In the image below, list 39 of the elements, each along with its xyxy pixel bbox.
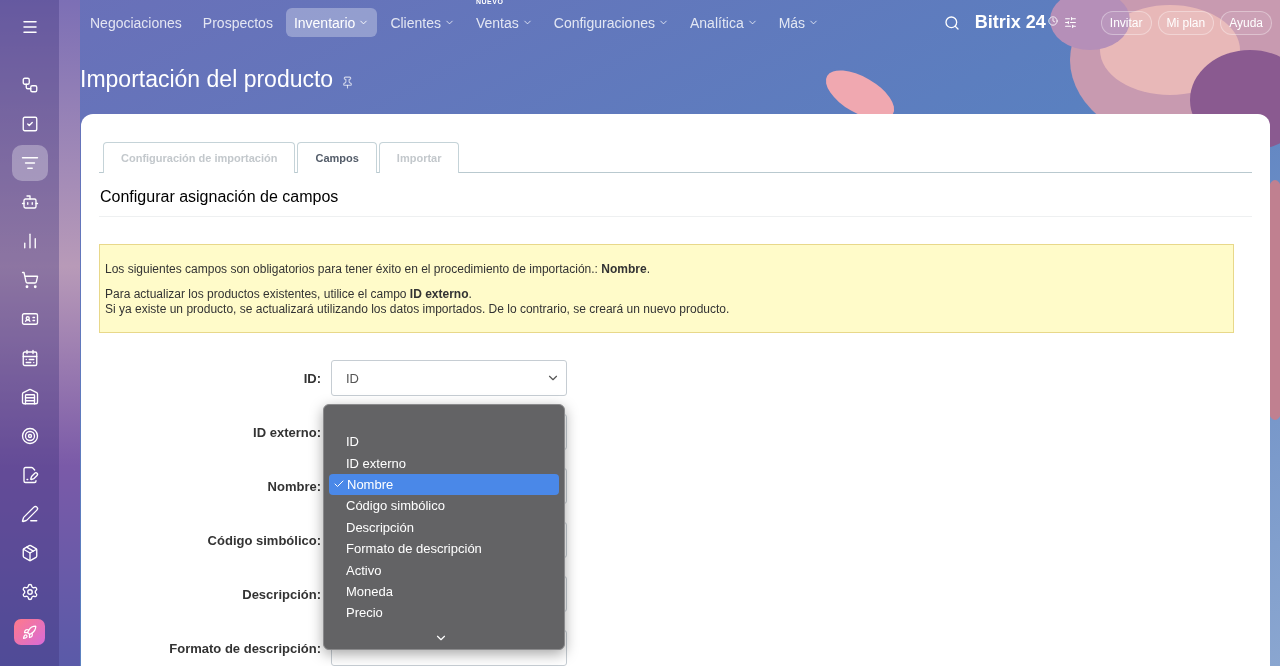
dropdown-option[interactable]: Código simbólico <box>329 495 559 517</box>
header-button[interactable]: Ayuda <box>1220 10 1272 35</box>
nav-item[interactable]: Prospectos <box>194 8 281 38</box>
page-title: Importación del producto <box>80 66 334 94</box>
filter-icon[interactable] <box>11 145 48 181</box>
nav-item[interactable]: Negociaciones <box>82 8 190 38</box>
field-label: Código simbólico: <box>206 532 321 548</box>
nav-item[interactable]: Clientes <box>382 8 463 38</box>
field-label: Nombre: <box>266 478 321 494</box>
field-label: Formato de descripción: <box>168 640 321 656</box>
rocket-icon[interactable] <box>14 619 45 645</box>
tab[interactable]: Campos <box>297 142 377 173</box>
field-label: ID externo: <box>252 424 321 440</box>
nav-item[interactable]: Más <box>770 8 828 38</box>
header-button[interactable]: Invitar <box>1100 10 1152 35</box>
logo[interactable]: Bitrix 24 <box>974 12 1046 34</box>
dropdown-option[interactable]: Precio <box>329 602 559 624</box>
select-field[interactable]: ID <box>331 360 567 396</box>
field-label: ID: <box>302 370 321 386</box>
notice-text: Los siguientes campos son obligatorios para tener éxito en el procedimiento de importación.: Nombre. <box>105 262 651 277</box>
dropdown-option[interactable]: Descripción <box>329 516 559 538</box>
dropdown-option[interactable]: Nombre <box>329 473 559 496</box>
dropdown-option[interactable]: Activo <box>329 559 559 581</box>
nav-item[interactable]: Ventas <box>467 8 541 38</box>
clock-icon <box>1047 16 1058 26</box>
nav-item[interactable]: Configuraciones <box>545 8 677 38</box>
dropdown-option[interactable]: ID externo <box>329 452 559 474</box>
dropdown-option[interactable]: Formato de descripción <box>329 537 559 560</box>
notice-text: Para actualizar los productos existentes, utilice el campo ID externo. <box>105 287 473 302</box>
sliders-icon[interactable] <box>1063 16 1077 30</box>
nav-item[interactable]: Inventario <box>285 8 378 38</box>
notice-text: Si ya existe un producto, se actualizará utilizando los datos importados. De lo contrario, se creará un nuevo producto. <box>105 302 731 317</box>
dropdown-option[interactable]: Moneda <box>329 580 559 603</box>
dropdown-option[interactable]: ID <box>329 431 559 453</box>
search-icon[interactable] <box>943 14 960 31</box>
field-label: Descripción: <box>241 586 321 602</box>
nav-item[interactable]: Analítica <box>681 8 766 38</box>
pin-icon[interactable] <box>341 76 355 90</box>
section-title: Configurar asignación de campos <box>99 173 1252 217</box>
